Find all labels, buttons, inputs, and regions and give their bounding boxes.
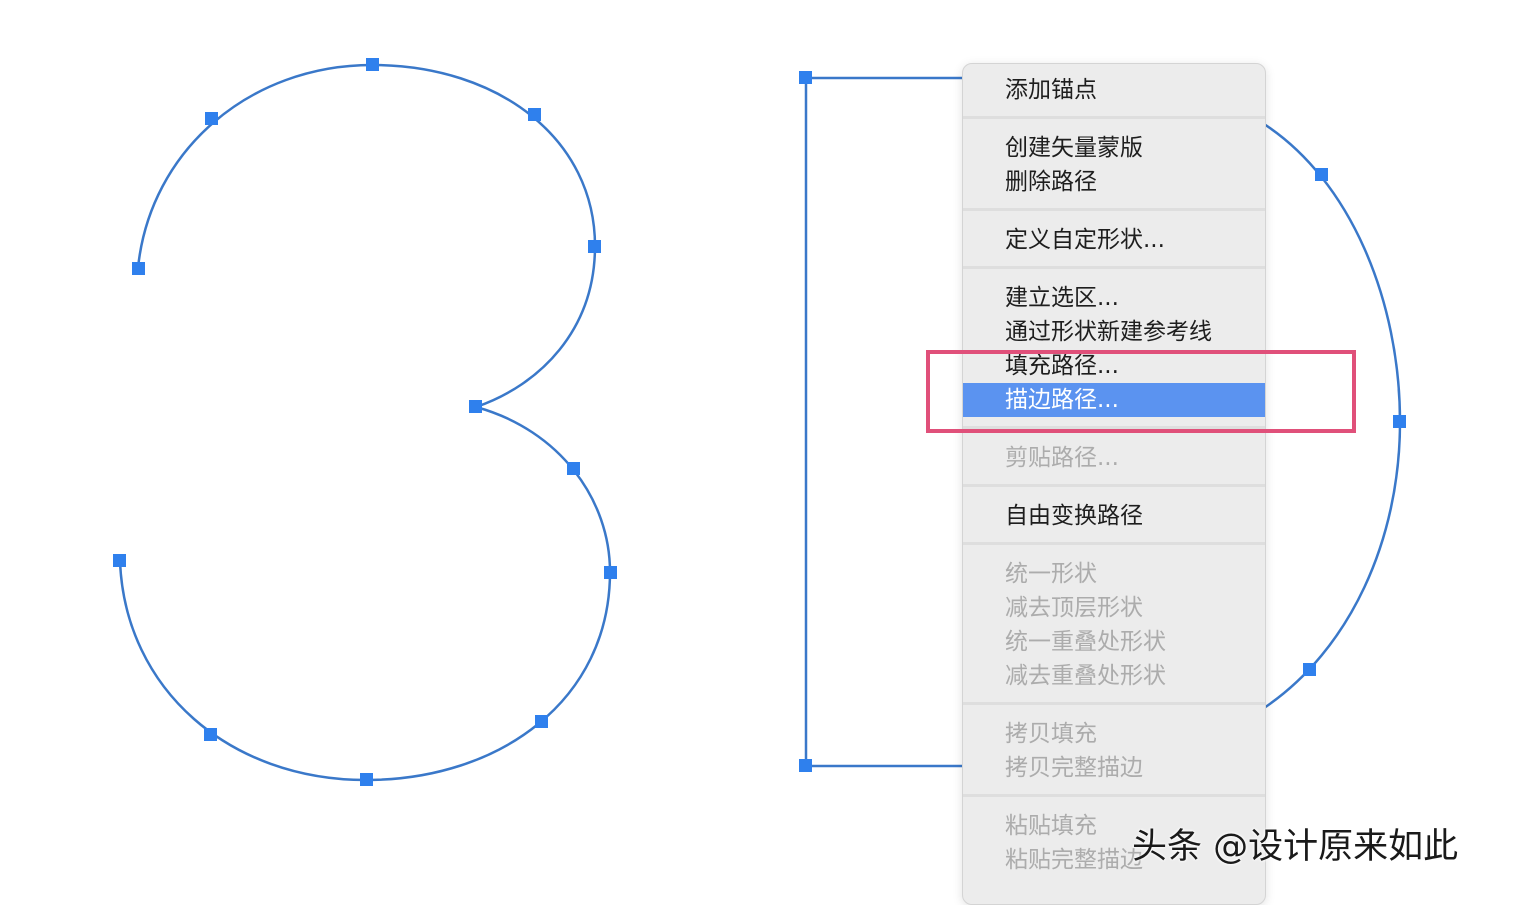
menu-item-define-custom-shape[interactable]: 定义自定形状...: [963, 223, 1265, 257]
menu-item-create-vector-mask[interactable]: 创建矢量蒙版: [963, 131, 1265, 165]
menu-separator: [963, 116, 1265, 119]
menu-item-clipping-path[interactable]: 剪贴路径...: [963, 441, 1265, 475]
anchor-point[interactable]: [528, 108, 541, 121]
anchor-point[interactable]: [1303, 663, 1316, 676]
anchor-point[interactable]: [113, 554, 126, 567]
menu-item-copy-complete-stroke[interactable]: 拷贝完整描边: [963, 751, 1265, 785]
context-menu: 添加锚点 创建矢量蒙版 删除路径 定义自定形状... 建立选区... 通过形状新…: [962, 63, 1266, 905]
menu-separator: [963, 208, 1265, 211]
menu-item-unite-shapes[interactable]: 统一形状: [963, 557, 1265, 591]
menu-separator: [963, 266, 1265, 269]
anchor-point[interactable]: [205, 112, 218, 125]
menu-separator: [963, 484, 1265, 487]
anchor-point[interactable]: [469, 400, 482, 413]
anchor-point[interactable]: [1315, 168, 1328, 181]
menu-item-subtract-front-shape[interactable]: 减去顶层形状: [963, 591, 1265, 625]
anchor-point[interactable]: [366, 58, 379, 71]
anchor-point[interactable]: [204, 728, 217, 741]
anchor-point[interactable]: [1393, 415, 1406, 428]
menu-separator: [963, 542, 1265, 545]
anchor-point[interactable]: [132, 262, 145, 275]
menu-item-add-anchor[interactable]: 添加锚点: [963, 73, 1265, 107]
menu-item-intersect-shapes[interactable]: 统一重叠处形状: [963, 625, 1265, 659]
drawing-canvas[interactable]: [0, 0, 1514, 886]
anchor-point[interactable]: [535, 715, 548, 728]
menu-item-delete-path[interactable]: 删除路径: [963, 165, 1265, 199]
anchor-point[interactable]: [604, 566, 617, 579]
menu-separator: [963, 702, 1265, 705]
anchor-point[interactable]: [799, 759, 812, 772]
menu-item-make-selection[interactable]: 建立选区...: [963, 281, 1265, 315]
anchor-point[interactable]: [799, 71, 812, 84]
menu-item-new-guides-from-shape[interactable]: 通过形状新建参考线: [963, 315, 1265, 349]
anchor-point[interactable]: [588, 240, 601, 253]
menu-item-free-transform-path[interactable]: 自由变换路径: [963, 499, 1265, 533]
annotation-highlight-box: [926, 350, 1356, 433]
menu-item-copy-fill[interactable]: 拷贝填充: [963, 717, 1265, 751]
anchor-point[interactable]: [360, 773, 373, 786]
anchor-point[interactable]: [567, 462, 580, 475]
menu-separator: [963, 794, 1265, 797]
watermark-text: 头条 @设计原来如此: [1132, 827, 1459, 867]
menu-item-exclude-overlap[interactable]: 减去重叠处形状: [963, 659, 1265, 693]
